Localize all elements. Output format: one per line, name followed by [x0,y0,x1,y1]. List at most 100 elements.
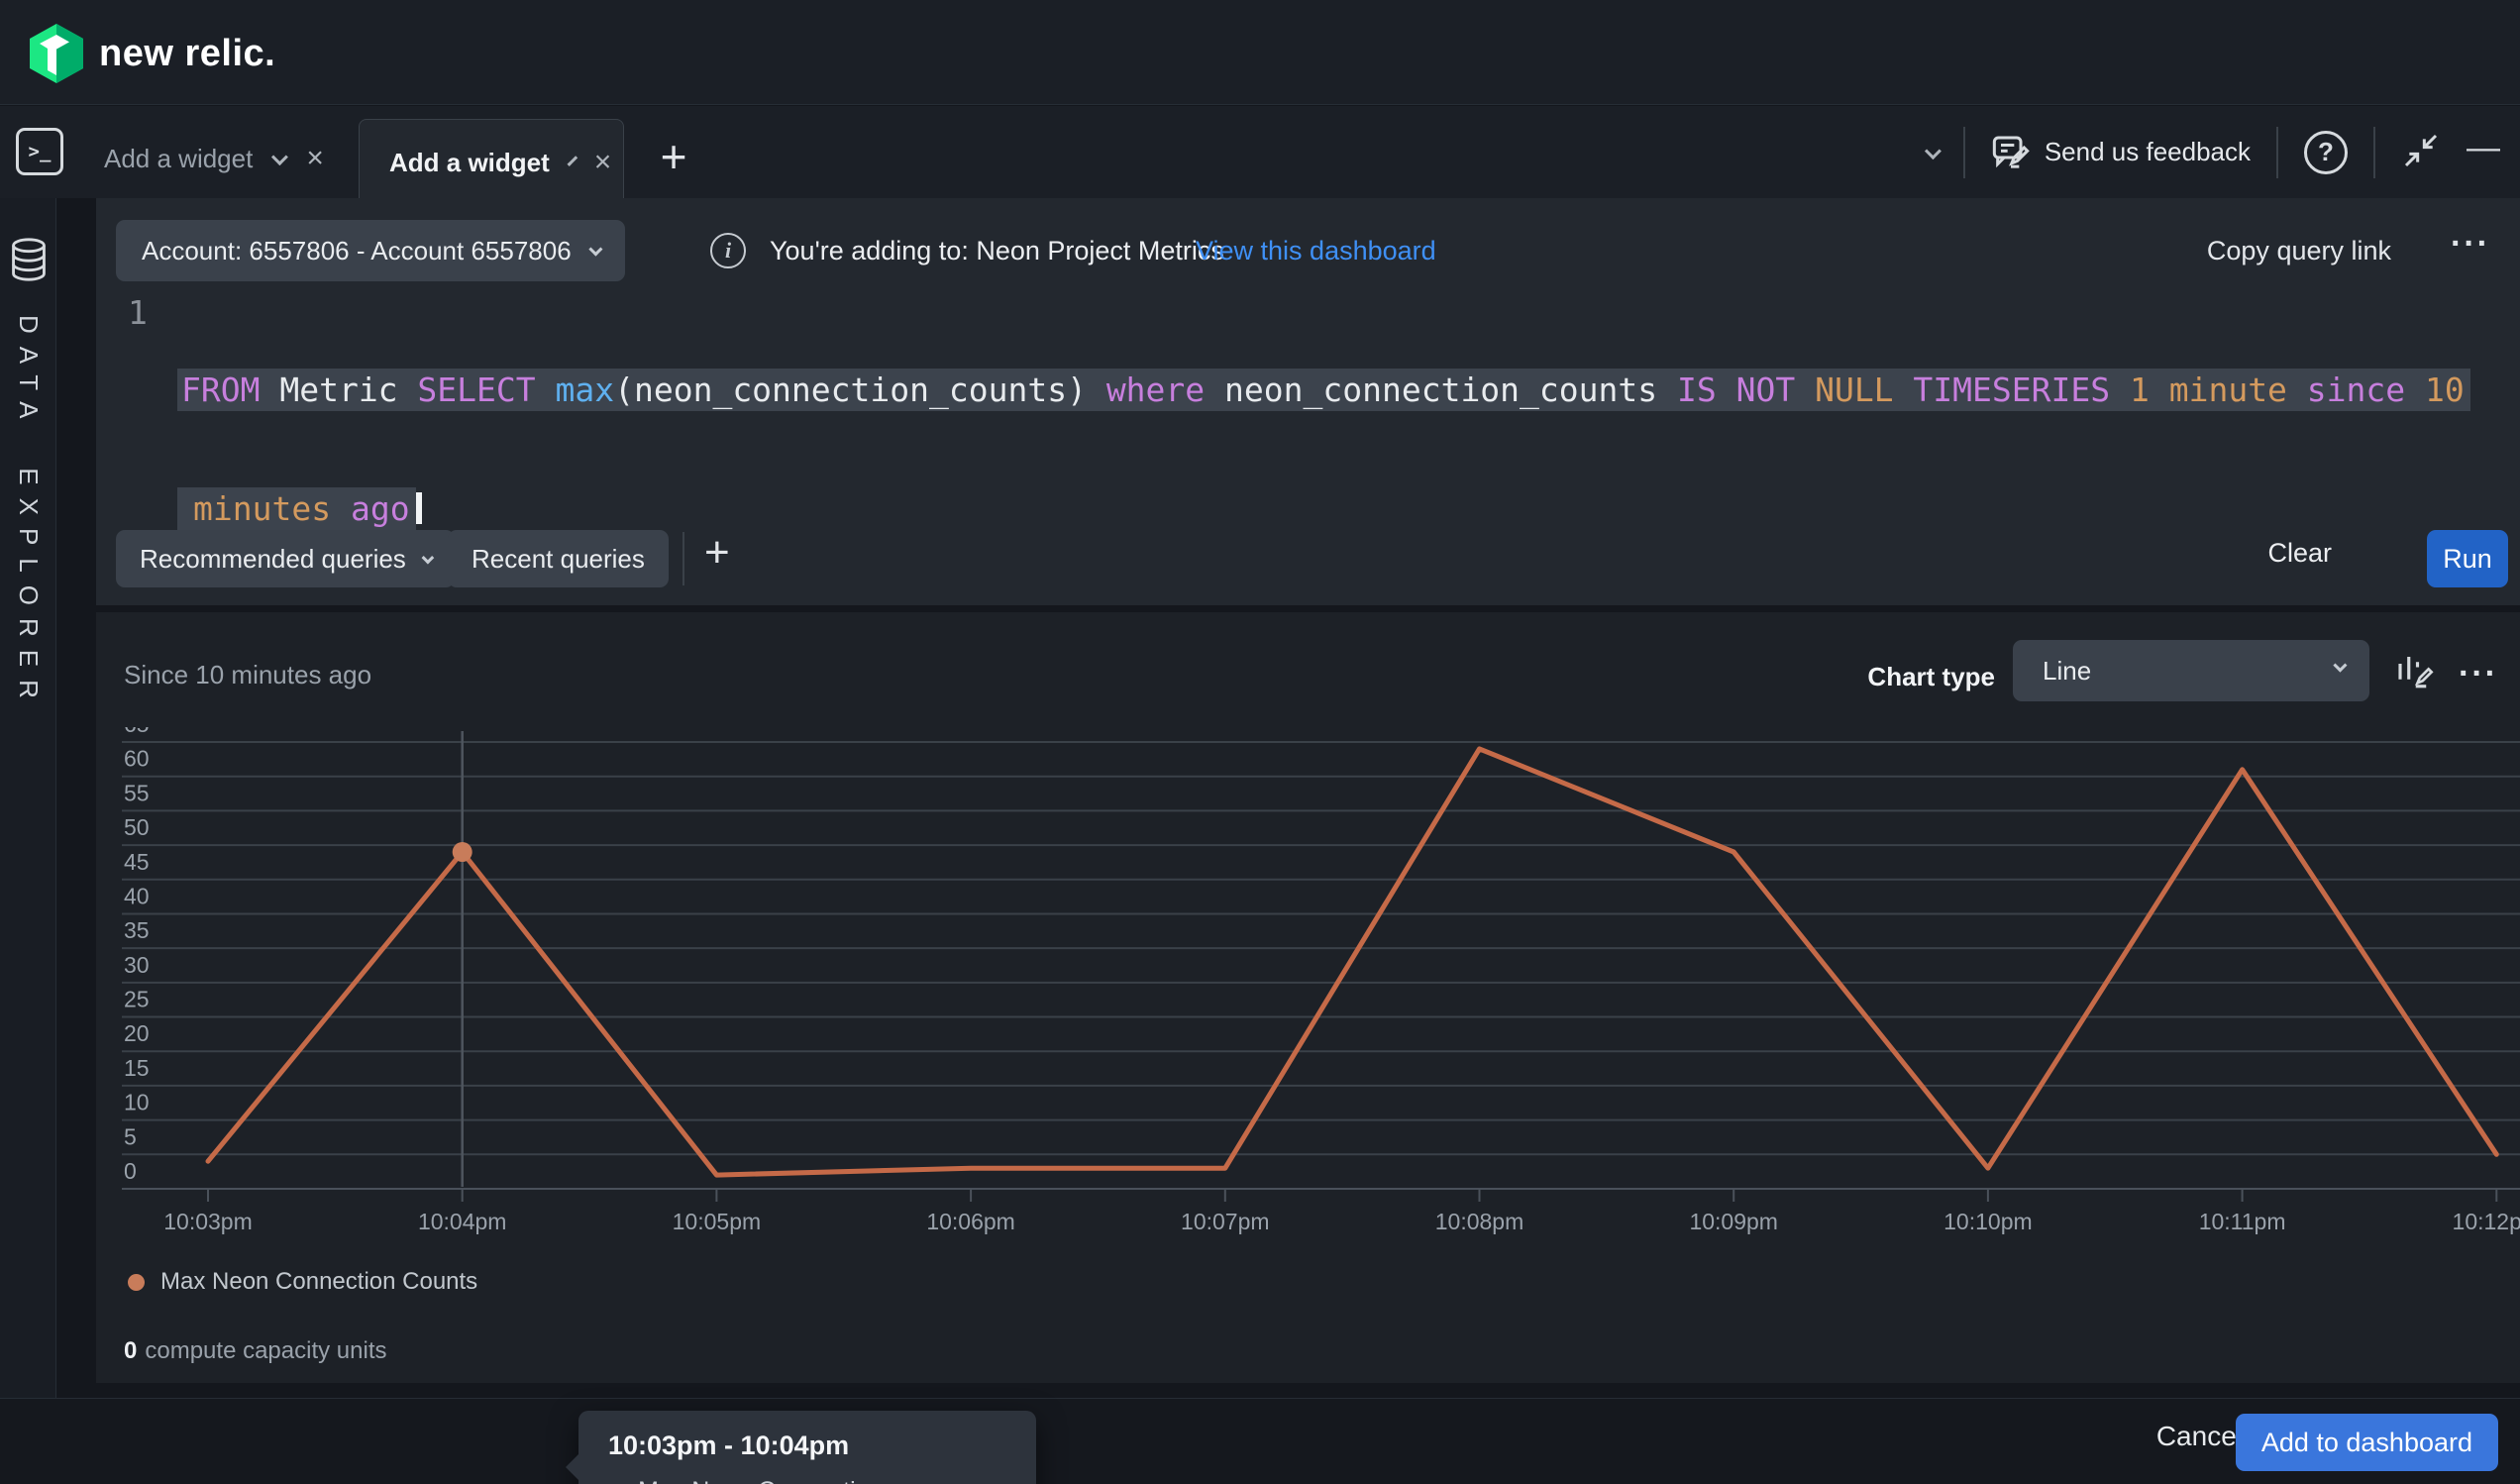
divider [682,532,684,585]
recommended-queries-button[interactable]: Recommended queries [116,530,455,587]
add-query-button[interactable]: + [704,528,730,578]
y-axis-tick-label: 25 [124,987,150,1012]
query-toolbar: Recommended queries Recent queries + Cle… [96,530,2520,591]
x-axis-tick-label: 10:07pm [1181,1209,1270,1234]
y-axis-tick-label: 0 [124,1158,137,1184]
x-axis-tick-label: 10:06pm [926,1209,1015,1234]
tab-add-widget-1[interactable]: Add a widget × [74,119,356,198]
x-axis-tick-label: 10:11pm [2199,1209,2286,1234]
y-axis-tick-label: 20 [124,1020,150,1046]
y-axis-tick-label: 35 [124,917,150,943]
collapse-icon[interactable] [2401,131,2441,173]
x-axis-tick-label: 10:03pm [163,1209,253,1234]
y-axis-tick-label: 45 [124,849,150,875]
sidebar: DATA EXPLORER [0,198,56,1484]
chevron-down-icon [421,551,434,564]
divider [2373,127,2375,178]
chevron-down-icon[interactable] [271,149,288,165]
chevron-down-icon[interactable] [1925,143,1942,159]
recent-queries-button[interactable]: Recent queries [448,530,669,587]
footer-action-bar: Cancel Add to dashboard [0,1398,2520,1484]
database-icon [10,238,48,281]
chevron-down-icon[interactable] [567,156,578,166]
x-axis-tick-label: 10:09pm [1689,1209,1778,1234]
y-axis-tick-label: 30 [124,952,150,978]
close-icon[interactable]: × [304,144,326,173]
query-line-2: minutes ago [177,489,2515,529]
top-bar: new relic. [0,0,2520,105]
y-axis-tick-label: 60 [124,746,150,772]
brand-text: new relic. [99,33,275,75]
y-axis-tick-label: 40 [124,883,150,908]
x-axis-tick-label: 10:08pm [1435,1209,1524,1234]
compute-capacity-text: compute capacity units [145,1337,386,1364]
chevron-down-icon [2333,659,2347,673]
x-axis-tick-label: 10:12pm [2453,1209,2520,1234]
terminal-glyph: >_ [29,141,52,162]
send-feedback-label: Send us feedback [2045,137,2251,167]
sidebar-item-label: DATA EXPLORER [13,315,44,711]
chart-type-label: Chart type [1867,662,1995,692]
chart-more-menu-icon[interactable]: ··· [2459,668,2498,682]
edit-chart-icon[interactable] [2393,650,2435,694]
chart-since-label: Since 10 minutes ago [124,660,371,690]
close-icon[interactable]: × [592,148,614,177]
line-chart[interactable]: 0 5 10 15 20 25 30 35 40 45 50 55 60 65 10:03pm 10:04pm… [122,727,2520,1238]
chart-panel: Since 10 minutes ago Chart type Line ···… [96,612,2520,1383]
line-number: 1 [128,293,148,333]
chart-type-select[interactable]: Line [2013,640,2369,701]
chevron-down-icon [588,243,602,257]
x-axis-tick-label: 10:10pm [1943,1209,2033,1234]
text-cursor [416,492,422,524]
nrql-query-editor[interactable]: 1 FROM Metric SELECT max(neon_connection… [96,291,2520,519]
minimize-icon[interactable]: — [2467,129,2500,175]
y-axis-tick-label: 65 [124,727,150,737]
help-icon[interactable]: ? [2304,131,2348,174]
line-chart-svg: 0 5 10 15 20 25 30 35 40 45 50 55 60 65 10:03pm 10:04pm… [122,727,2520,1238]
chart-legend[interactable]: Max Neon Connection Counts [128,1268,477,1296]
tab-bar-actions: Send us feedback ? — [1926,106,2500,198]
run-button[interactable]: Run [2427,530,2508,587]
series-dot-icon [128,1274,145,1291]
x-axis-tick-label: 10:05pm [673,1209,762,1234]
more-menu-icon[interactable]: ··· [2451,238,2490,252]
legend-label: Max Neon Connection Counts [160,1268,477,1296]
tooltip-series-name: Max Neon Connection Counts [638,1477,949,1484]
y-axis-tick-label: 5 [124,1123,137,1149]
cancel-button[interactable]: Cancel [2156,1421,2243,1452]
hovered-data-point[interactable] [453,842,472,862]
query-line-1: FROM Metric SELECT max(neon_connection_c… [177,371,2515,410]
app-window: new relic. >_ Add a widget × Add a widge… [0,0,2520,1484]
y-axis-tick-label: 10 [124,1090,150,1115]
tooltip-series-row: Max Neon Connection Counts 49 [608,1477,1006,1484]
tab-label: Add a widget [104,144,253,174]
clear-button[interactable]: Clear [2267,538,2332,569]
add-to-dashboard-button[interactable]: Add to dashboard [2236,1414,2498,1471]
info-icon: i [710,233,746,268]
compute-capacity-note: 0 compute capacity units [124,1337,386,1365]
tab-bar: >_ Add a widget × Add a widget × + [0,106,2520,198]
y-axis-tick-label: 55 [124,780,150,805]
divider [1963,127,1965,178]
tooltip-time-range: 10:03pm - 10:04pm [608,1431,1006,1461]
compute-capacity-value: 0 [124,1337,137,1364]
adding-to-text: You're adding to: Neon Project Metrics [770,236,1224,266]
tab-add-widget-2-active[interactable]: Add a widget × [359,119,624,205]
new-tab-button[interactable]: + [649,132,698,181]
send-feedback-button[interactable]: Send us feedback [1991,133,2251,172]
x-axis-tick-label: 10:04pm [418,1209,507,1234]
account-selector[interactable]: Account: 6557806 - Account 6557806 [116,220,625,281]
new-relic-logo-icon [30,24,83,83]
series-line[interactable] [208,749,2496,1175]
tab-label: Add a widget [389,148,550,178]
y-axis-tick-label: 50 [124,814,150,840]
brand: new relic. [30,24,275,83]
terminal-icon[interactable]: >_ [16,128,63,175]
divider [2276,127,2278,178]
y-axis-tick-label: 15 [124,1055,150,1081]
copy-query-link-button[interactable]: Copy query link [2207,236,2391,266]
sidebar-item-data-explorer[interactable]: DATA EXPLORER [0,238,56,711]
query-builder-panel: Account: 6557806 - Account 6557806 i You… [96,198,2520,605]
view-dashboard-link[interactable]: View this dashboard [1196,236,1436,266]
account-selector-label: Account: 6557806 - Account 6557806 [142,236,572,266]
